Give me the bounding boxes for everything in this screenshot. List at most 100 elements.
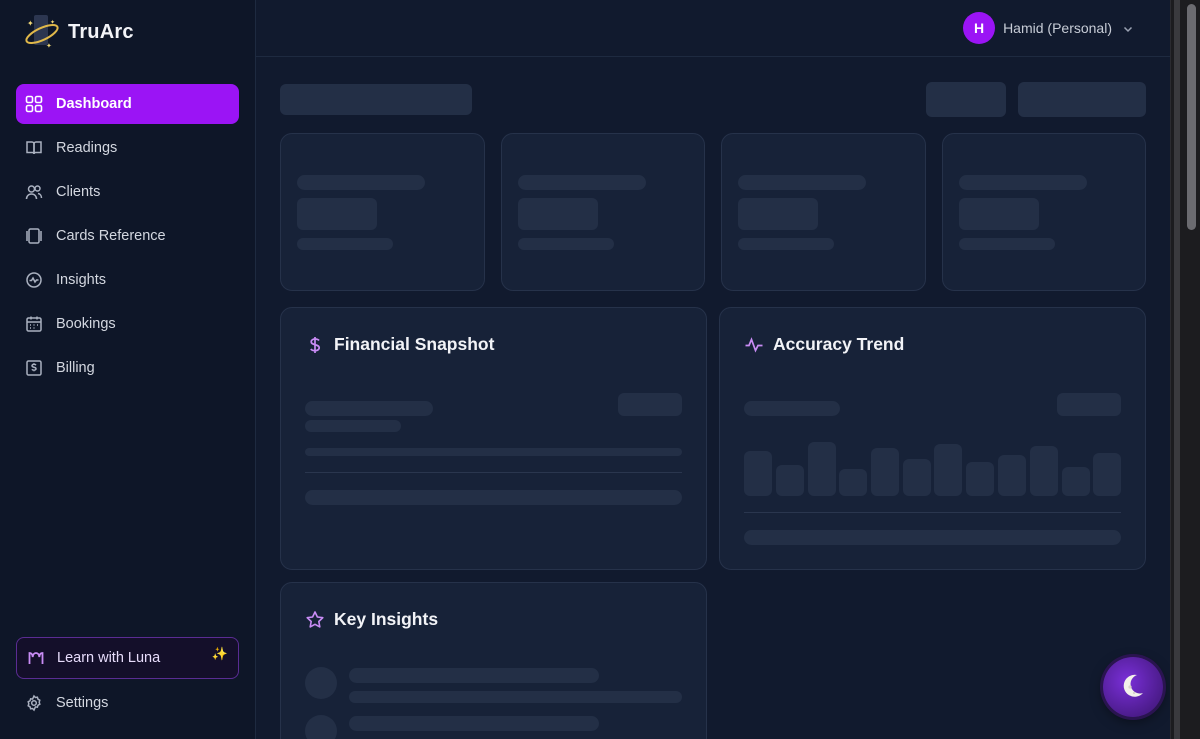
book-icon (25, 139, 43, 157)
accuracy-trend-card: Accuracy Trend (719, 307, 1146, 570)
skeleton-block (518, 198, 598, 230)
skeleton-bar (839, 469, 867, 496)
stat-card (721, 133, 926, 291)
sidebar: ✦ ✦ ✦ TruArc Dashboard Readings Clients (0, 0, 256, 739)
grid-icon (25, 95, 43, 113)
key-insights-title: Key Insights (334, 609, 439, 629)
avatar: H (963, 12, 996, 44)
sidebar-item-label: Bookings (56, 316, 116, 332)
skeleton-line (518, 238, 614, 250)
cards-icon (25, 227, 43, 245)
star-icon (305, 610, 325, 630)
skeleton-bar (1093, 453, 1121, 496)
skeleton-bar (966, 462, 994, 496)
truarc-logo-icon: ✦ ✦ ✦ (22, 12, 62, 52)
skeleton-bar (744, 451, 772, 496)
skeleton-block (959, 198, 1039, 230)
stat-card (280, 133, 485, 291)
divider (305, 472, 682, 473)
settings-icon (25, 694, 43, 712)
sidebar-item-label: Dashboard (56, 96, 132, 112)
card-title: Financial Snapshot (305, 334, 494, 355)
sidebar-item-insights[interactable]: Insights (16, 260, 239, 300)
sidebar-item-readings[interactable]: Readings (16, 128, 239, 168)
skeleton-line (738, 175, 866, 190)
skeleton-line (738, 238, 834, 250)
pulse-circle-icon (25, 271, 43, 289)
skeleton-pill (1057, 393, 1121, 416)
action-button-skeleton (1018, 82, 1146, 117)
skeleton-line (349, 716, 599, 731)
account-switcher[interactable]: H Hamid (Personal) (963, 12, 1134, 44)
skeleton-avatar (305, 715, 337, 739)
skeleton-line (349, 691, 682, 703)
moon-icon (1117, 669, 1149, 706)
skeleton-line (305, 490, 682, 505)
theme-toggle-button[interactable] (1103, 657, 1163, 717)
stat-card (942, 133, 1146, 291)
learn-with-luna-button[interactable]: Learn with Luna ✨ (16, 637, 239, 679)
svg-text:✦: ✦ (50, 19, 55, 26)
settings-label: Settings (56, 695, 109, 711)
skeleton-block (738, 198, 818, 230)
financial-snapshot-title: Financial Snapshot (334, 334, 495, 354)
skeleton-bar (998, 455, 1026, 496)
card-title: Key Insights (305, 609, 438, 630)
svg-text:✦: ✦ (46, 42, 52, 50)
skeleton-avatar (305, 667, 337, 699)
scrollbar-gutter (1174, 0, 1180, 739)
skeleton-pill (618, 393, 682, 416)
sidebar-item-label: Cards Reference (56, 228, 166, 244)
financial-snapshot-card: Financial Snapshot (280, 307, 707, 570)
chevron-down-icon (1122, 22, 1134, 34)
accuracy-trend-title: Accuracy Trend (773, 334, 905, 354)
key-insights-card: Key Insights (280, 582, 707, 739)
skeleton-line (297, 238, 393, 250)
skeleton-line (959, 175, 1087, 190)
brand-name: TruArc (68, 20, 134, 43)
skeleton-bar (808, 442, 836, 496)
sidebar-item-billing[interactable]: Billing (16, 348, 239, 388)
learn-with-luna-label: Learn with Luna (57, 650, 161, 666)
skeleton-bar (305, 448, 682, 456)
sidebar-item-label: Insights (56, 272, 106, 288)
activity-icon (744, 335, 764, 355)
skeleton-line (744, 401, 840, 416)
skeleton-block (297, 198, 377, 230)
skeleton-line (305, 401, 433, 416)
skeleton-bar (1062, 467, 1090, 496)
skeleton-line (297, 175, 425, 190)
brand[interactable]: ✦ ✦ ✦ TruArc (22, 12, 134, 52)
skeleton-line (959, 238, 1055, 250)
card-title: Accuracy Trend (744, 334, 904, 355)
settings-link[interactable]: Settings (16, 684, 239, 722)
sidebar-item-label: Billing (56, 360, 95, 376)
skeleton-bar (871, 448, 899, 496)
sidebar-item-label: Readings (56, 140, 118, 156)
skeleton-bar (776, 465, 804, 496)
sidebar-item-dashboard[interactable]: Dashboard (16, 84, 239, 124)
skeleton-line (349, 668, 599, 683)
sidebar-item-clients[interactable]: Clients (16, 172, 239, 212)
sparkles-icon: ✨ (211, 646, 228, 661)
users-icon (25, 183, 43, 201)
skeleton-line (305, 420, 401, 432)
sidebar-item-cards-reference[interactable]: Cards Reference (16, 216, 239, 256)
account-name: Hamid (Personal) (1003, 20, 1112, 36)
divider (744, 512, 1121, 513)
dollar-icon (305, 335, 325, 355)
skeleton-bar (934, 444, 962, 496)
dollar-card-icon (25, 359, 43, 377)
skeleton-bar (903, 459, 931, 496)
top-header: H Hamid (Personal) (256, 0, 1170, 57)
sidebar-item-bookings[interactable]: Bookings (16, 304, 239, 344)
action-button-skeleton (926, 82, 1006, 117)
sidebar-nav: Dashboard Readings Clients Cards Referen… (16, 84, 239, 392)
sidebar-item-label: Clients (56, 184, 101, 200)
calendar-icon (25, 315, 43, 333)
skeleton-bar (1030, 446, 1058, 496)
scrollbar-thumb[interactable] (1187, 4, 1196, 230)
svg-text:✦: ✦ (27, 19, 34, 28)
skeleton-line (518, 175, 646, 190)
stat-card (501, 133, 705, 291)
